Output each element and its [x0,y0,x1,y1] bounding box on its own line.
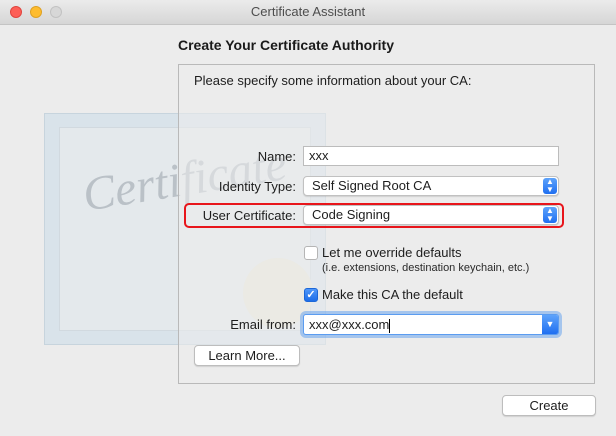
window-title: Certificate Assistant [250,4,366,19]
override-defaults-hint: (i.e. extensions, destination keychain, … [322,262,530,274]
identity-type-popup[interactable]: Self Signed Root CA ▲ ▼ [303,176,559,196]
title-bar: Certificate Assistant [0,0,616,25]
default-ca-label: Make this CA the default [322,287,463,302]
popup-arrows-icon: ▲ ▼ [543,178,557,194]
name-label: Name: [257,149,296,164]
page-heading: Create Your Certificate Authority [178,37,395,53]
text-cursor [389,318,391,333]
certificate-assistant-window: Certificate Assistant Create Your Certif… [0,0,616,436]
email-from-combo[interactable]: xxx@xxx.com ▼ [303,314,559,335]
name-field[interactable]: xxx [303,146,559,166]
email-from-label: Email from: [230,317,296,332]
checkmark-icon: ✓ [306,289,316,301]
intro-text: Please specify some information about yo… [194,73,472,88]
email-from-value: xxx@xxx.com [309,317,390,332]
override-defaults-label: Let me override defaults [322,245,462,260]
override-defaults-checkbox[interactable] [304,246,318,260]
learn-more-button[interactable]: Learn More... [194,345,300,366]
create-button[interactable]: Create [502,395,596,416]
default-ca-checkbox[interactable]: ✓ [304,288,318,302]
identity-type-label: Identity Type: [218,179,296,194]
identity-type-value: Self Signed Root CA [312,178,432,193]
chevron-down-icon[interactable]: ▼ [542,315,558,334]
user-certificate-highlight-box [184,203,564,228]
